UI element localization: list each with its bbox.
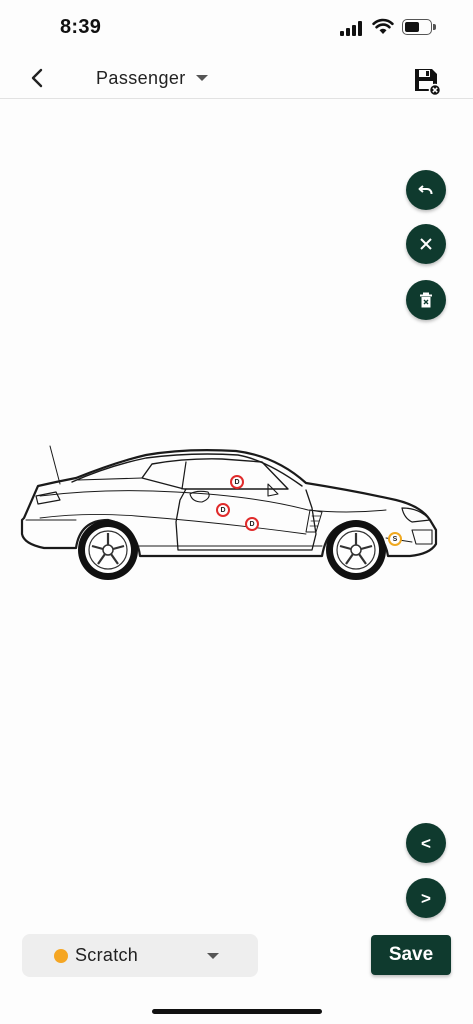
status-bar: 8:39 xyxy=(0,0,473,56)
previous-label: < xyxy=(421,833,431,853)
home-indicator[interactable] xyxy=(152,1009,322,1014)
undo-icon xyxy=(418,185,433,194)
wifi-icon xyxy=(372,18,394,34)
car-diagram[interactable]: D D D S xyxy=(16,438,456,588)
next-view-button[interactable]: > xyxy=(406,878,446,918)
chevron-down-icon xyxy=(195,75,208,81)
view-dropdown[interactable]: Passenger xyxy=(96,65,208,91)
cellular-signal-icon xyxy=(340,20,366,36)
car-side-view xyxy=(20,445,438,580)
view-dropdown-label: Passenger xyxy=(96,67,186,88)
damage-type-dropdown[interactable]: Scratch xyxy=(22,934,258,977)
rear-wheel xyxy=(78,520,138,580)
battery-icon xyxy=(402,19,436,35)
save-icon-button[interactable] xyxy=(412,66,442,97)
close-icon xyxy=(420,238,432,250)
chevron-down-icon xyxy=(207,953,219,959)
save-button[interactable]: Save xyxy=(371,935,451,975)
delete-button[interactable] xyxy=(406,280,446,320)
damage-type-label: Scratch xyxy=(75,945,139,965)
undo-button[interactable] xyxy=(406,170,446,210)
status-time: 8:39 xyxy=(60,16,102,38)
damage-marker-dent[interactable]: D xyxy=(230,475,244,489)
next-label: > xyxy=(421,888,431,908)
clear-button[interactable] xyxy=(406,224,446,264)
previous-view-button[interactable]: < xyxy=(406,823,446,863)
front-wheel xyxy=(326,520,386,580)
chevron-left-icon xyxy=(31,68,43,88)
trash-icon xyxy=(420,292,432,308)
app-bar: Passenger xyxy=(0,56,473,99)
damage-color-dot xyxy=(54,949,68,963)
back-button[interactable] xyxy=(24,64,52,92)
floppy-disk-icon xyxy=(415,69,442,97)
damage-marker-dent[interactable]: D xyxy=(216,503,230,517)
damage-marker-scratch[interactable]: S xyxy=(388,532,402,546)
damage-marker-dent[interactable]: D xyxy=(245,517,259,531)
